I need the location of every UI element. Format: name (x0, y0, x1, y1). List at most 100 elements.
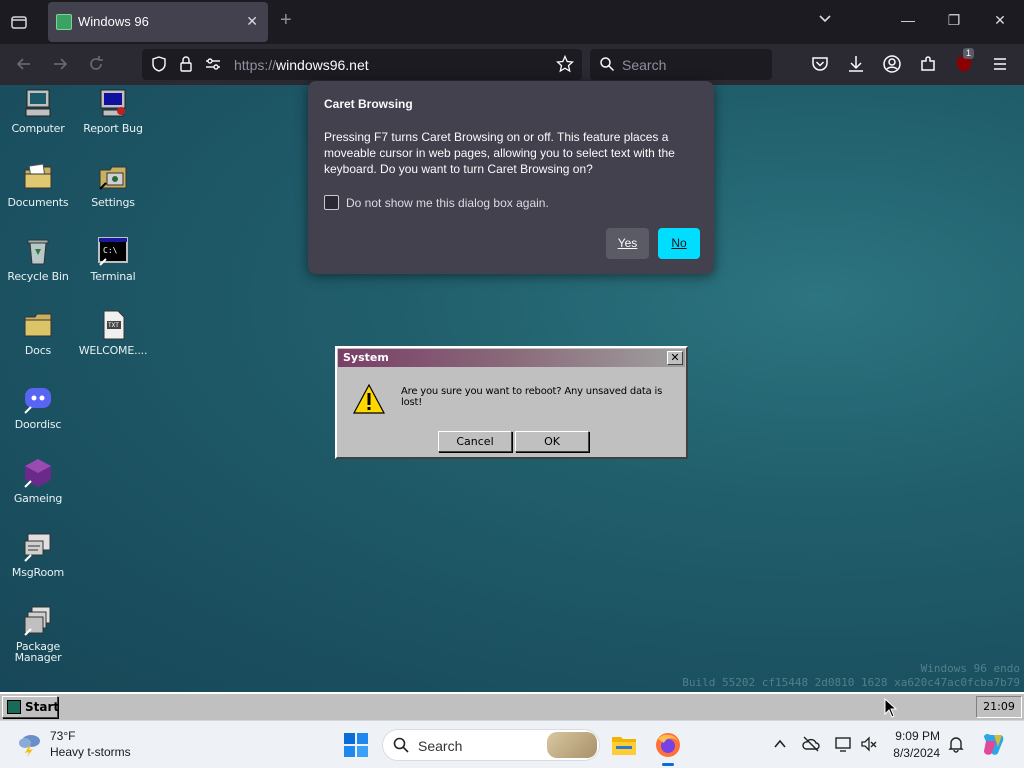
reload-icon[interactable] (86, 54, 106, 74)
search-bar[interactable]: Search (590, 49, 772, 80)
search-icon (599, 56, 615, 77)
settings-icon (97, 161, 129, 193)
taskbar-search-box[interactable]: Search (382, 729, 600, 761)
window-close-icon[interactable]: ✕ (990, 12, 1010, 29)
system-dialog-titlebar[interactable]: System ✕ (338, 349, 685, 367)
restore-icon[interactable]: ❐ (944, 12, 964, 29)
desktop-icon-label: Settings (91, 196, 135, 209)
url-bar[interactable]: https://windows96.net (142, 49, 582, 80)
search-highlight-image (547, 732, 597, 758)
url-text: https://windows96.net (234, 57, 369, 73)
cloud-offline-icon[interactable] (802, 735, 820, 753)
extension-badge: 1 (963, 48, 975, 59)
desktop-icon-label: Package Manager (14, 640, 62, 664)
w96-logo-icon (7, 700, 21, 714)
permissions-icon[interactable] (204, 56, 222, 77)
desktop-icon-welcome[interactable]: TXT WELCOME.... (75, 309, 151, 356)
tracking-protection-icon[interactable] (150, 55, 168, 78)
tray-time[interactable]: 9:09 PM (894, 729, 940, 743)
warning-icon (352, 383, 386, 414)
desktop-icon-settings[interactable]: Settings (75, 161, 151, 208)
active-app-indicator (662, 763, 674, 766)
browser-tab-bar: Windows 96 ✕ + — ❐ ✕ (0, 0, 1024, 44)
package-manager-icon (22, 605, 54, 637)
no-button[interactable]: No (658, 228, 700, 259)
system-dialog-message: Are you sure you want to reboot? Any uns… (401, 386, 663, 408)
copilot-icon[interactable] (980, 731, 1006, 757)
dont-show-again-label[interactable]: Do not show me this dialog box again. (346, 196, 549, 210)
weather-temp[interactable]: 73°F (50, 729, 75, 743)
weather-storm-icon[interactable] (16, 731, 44, 757)
close-icon[interactable]: ✕ (667, 351, 683, 365)
caret-dialog-title: Caret Browsing (324, 97, 413, 111)
mouse-pointer-icon (884, 697, 898, 718)
caret-browsing-dialog: Caret Browsing Pressing F7 turns Caret B… (308, 81, 714, 274)
ublock-extension-icon[interactable]: 1 (954, 48, 975, 74)
gameing-icon (22, 457, 54, 489)
desktop-icon-label: Docs (24, 344, 52, 357)
firefox-icon[interactable] (652, 729, 684, 766)
desktop-icon-gameing[interactable]: Gameing (0, 457, 76, 504)
desktop-icon-computer[interactable]: Computer (0, 87, 76, 134)
desktop-icon-terminal[interactable]: C:\ Terminal (75, 235, 151, 282)
tab-list-icon[interactable] (8, 11, 30, 33)
yes-button[interactable]: Yes (606, 228, 649, 259)
desktop-icon-label: MsgRoom (11, 566, 65, 579)
build-info-line2: Build 55202 cf15448 2d0810 1628 xa620c47… (682, 676, 1020, 689)
system-dialog-title: System (343, 351, 389, 364)
forward-icon[interactable] (50, 54, 70, 74)
search-icon (393, 737, 409, 758)
menu-icon[interactable] (990, 54, 1010, 74)
show-hidden-icons-chevron-up-icon[interactable] (771, 735, 789, 753)
bookmark-star-icon[interactable] (555, 54, 575, 78)
lock-icon[interactable] (178, 55, 194, 78)
w96-start-button[interactable]: Start (2, 696, 60, 718)
build-info: Windows 96 endo Build 55202 cf15448 2d08… (682, 662, 1020, 690)
desktop-icon-recycle-bin[interactable]: Recycle Bin (0, 235, 76, 282)
url-scheme: https:// (234, 57, 277, 73)
svg-text:TXT: TXT (108, 322, 119, 329)
ok-button[interactable]: OK (515, 431, 589, 452)
browser-tab[interactable]: Windows 96 ✕ (48, 2, 268, 42)
back-icon[interactable] (14, 54, 34, 74)
caret-dialog-body: Pressing F7 turns Caret Browsing on or o… (324, 130, 675, 176)
desktop-icon-label: Documents (7, 196, 69, 209)
notifications-bell-icon[interactable] (947, 735, 965, 753)
doordisc-icon (22, 383, 54, 415)
w96-start-label: Start (25, 700, 60, 714)
volume-muted-icon[interactable] (860, 735, 878, 753)
new-tab-icon[interactable]: + (280, 9, 292, 32)
network-icon[interactable] (834, 735, 852, 753)
desktop-icon-msgroom[interactable]: MsgRoom (0, 531, 76, 578)
build-info-line1: Windows 96 endo (920, 662, 1020, 675)
windows-start-icon[interactable] (343, 732, 369, 758)
desktop-icon-docs[interactable]: Docs (0, 309, 76, 356)
terminal-icon: C:\ (97, 235, 129, 267)
account-icon[interactable] (882, 54, 902, 74)
downloads-icon[interactable] (846, 54, 866, 74)
browser-nav-bar: https://windows96.net Search 1 (0, 44, 1024, 85)
desktop-icon-label: Report Bug (83, 122, 143, 135)
msgroom-icon (22, 531, 54, 563)
file-explorer-icon[interactable] (608, 729, 640, 761)
close-tab-icon[interactable]: ✕ (246, 13, 258, 30)
tray-date[interactable]: 8/3/2024 (884, 746, 940, 760)
pocket-icon[interactable] (810, 54, 830, 74)
folder-icon (22, 309, 54, 341)
tab-title: Windows 96 (78, 14, 149, 29)
windows-taskbar: 73°F Heavy t-storms Search 9:09 PM 8/3/2… (0, 720, 1024, 768)
desktop-icon-package-manager[interactable]: Package Manager (0, 605, 76, 663)
desktop-icon-documents[interactable]: Documents (0, 161, 76, 208)
minimize-icon[interactable]: — (898, 12, 918, 28)
desktop-icon-label: Recycle Bin (7, 270, 69, 283)
weather-description[interactable]: Heavy t-storms (50, 745, 131, 759)
cancel-button[interactable]: Cancel (438, 431, 512, 452)
dont-show-again-checkbox[interactable] (324, 195, 339, 210)
chevron-down-icon[interactable] (818, 12, 832, 31)
desktop-icon-label: WELCOME.... (78, 344, 148, 357)
desktop-icon-report-bug[interactable]: Report Bug (75, 87, 151, 134)
desktop-icon-doordisc[interactable]: Doordisc (0, 383, 76, 430)
extensions-icon[interactable] (918, 54, 938, 74)
documents-folder-icon (22, 161, 54, 193)
desktop-icon-label: Doordisc (14, 418, 62, 431)
